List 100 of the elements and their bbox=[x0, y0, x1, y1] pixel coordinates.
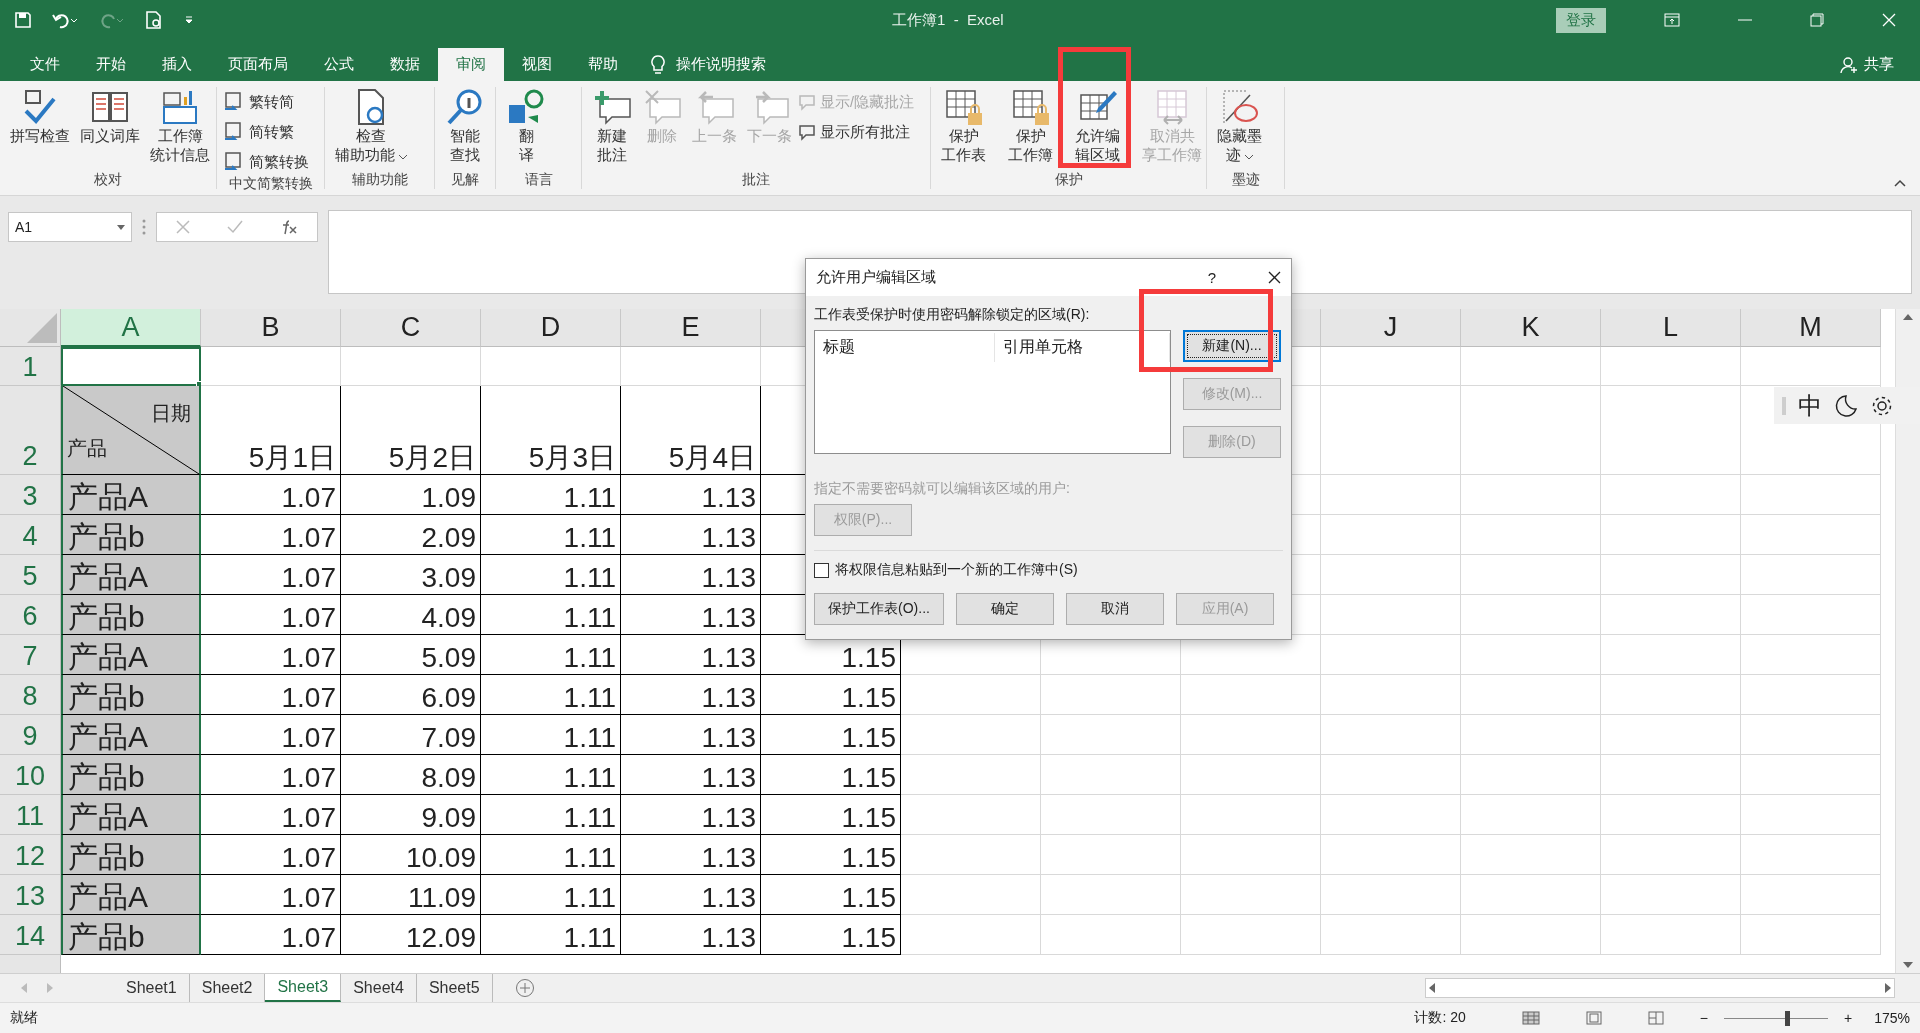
next-sheet-icon[interactable] bbox=[46, 983, 54, 993]
ribbon-button[interactable]: 保护 工作表 bbox=[937, 87, 990, 171]
column-header[interactable]: E bbox=[621, 309, 761, 347]
collapse-icon[interactable] bbox=[1894, 179, 1906, 187]
table-cell: 1.13 bbox=[621, 595, 761, 635]
column-header[interactable]: M bbox=[1741, 309, 1881, 347]
save-icon[interactable] bbox=[14, 11, 32, 29]
row-header[interactable]: 12 bbox=[0, 835, 61, 875]
row-header[interactable]: 2 bbox=[0, 386, 61, 475]
checkbox[interactable] bbox=[814, 562, 829, 578]
table-cell: 1.11 bbox=[481, 835, 621, 875]
ribbon-tab[interactable]: 视图 bbox=[504, 48, 570, 81]
ribbon-button[interactable]: 智能 查找 bbox=[441, 87, 489, 171]
ribbon-display-icon[interactable] bbox=[1664, 13, 1680, 27]
moon-icon[interactable] bbox=[1834, 393, 1858, 418]
row-header[interactable]: 13 bbox=[0, 875, 61, 915]
add-sheet-icon[interactable] bbox=[514, 978, 535, 998]
ribbon-button[interactable]: 隐藏墨 迹 bbox=[1213, 87, 1266, 171]
sheet-tab[interactable]: Sheet3 bbox=[265, 974, 342, 1002]
input-mode-button[interactable]: 中 bbox=[1798, 389, 1822, 422]
list-column-header[interactable]: 引用单元格 bbox=[995, 333, 1170, 362]
table-cell: 1.11 bbox=[481, 715, 621, 755]
ribbon-tab[interactable]: 公式 bbox=[306, 48, 372, 81]
ribbon-button[interactable]: 检查 辅助功能 bbox=[331, 87, 412, 171]
normal-view-icon[interactable] bbox=[1521, 1011, 1540, 1025]
scroll-up-icon[interactable] bbox=[1902, 313, 1914, 321]
print-preview-icon[interactable] bbox=[144, 10, 164, 30]
table-cell: 产品A bbox=[61, 635, 201, 675]
undo-icon[interactable] bbox=[52, 11, 78, 29]
ribbon-button[interactable]: 保护 工作簿 bbox=[1004, 87, 1057, 171]
vertical-scrollbar[interactable] bbox=[1895, 309, 1920, 973]
ribbon-button[interactable]: 显示所有批注 bbox=[798, 119, 915, 145]
dialog-button[interactable]: 取消 bbox=[1066, 593, 1164, 625]
cancel-icon[interactable] bbox=[175, 220, 190, 234]
dialog-button[interactable]: 保护工作表(O)... bbox=[814, 593, 944, 625]
ribbon-button[interactable]: 允许编 辑区域 bbox=[1071, 87, 1124, 171]
column-header[interactable]: A bbox=[61, 309, 201, 347]
row-header[interactable]: 11 bbox=[0, 795, 61, 835]
share-button[interactable]: 共享 bbox=[1840, 48, 1894, 81]
column-header[interactable]: C bbox=[341, 309, 481, 347]
previous-sheet-icon[interactable] bbox=[20, 983, 28, 993]
select-all-icon[interactable] bbox=[27, 313, 57, 343]
column-header[interactable]: L bbox=[1601, 309, 1741, 347]
group-label: 校对 bbox=[93, 171, 123, 189]
scroll-right-icon[interactable] bbox=[1885, 983, 1891, 993]
page-break-icon[interactable] bbox=[1647, 1011, 1664, 1025]
row-header[interactable]: 6 bbox=[0, 595, 61, 635]
ranges-list[interactable]: 标题 引用单元格 bbox=[814, 330, 1171, 454]
zoom-slider-thumb[interactable] bbox=[1784, 1010, 1790, 1026]
ribbon-button[interactable]: 新建 批注 bbox=[588, 87, 636, 171]
zoom-out-button[interactable]: − bbox=[1699, 1010, 1708, 1026]
table-cell: 3.09 bbox=[341, 555, 481, 595]
column-header[interactable]: J bbox=[1321, 309, 1461, 347]
page-layout-icon[interactable] bbox=[1585, 1011, 1602, 1025]
row-header[interactable]: 8 bbox=[0, 675, 61, 715]
ribbon-tab[interactable]: 文件 bbox=[12, 48, 78, 81]
tell-me-search[interactable]: 操作说明搜索 bbox=[676, 55, 766, 74]
login-button[interactable]: 登录 bbox=[1556, 7, 1606, 33]
row-header[interactable]: 5 bbox=[0, 555, 61, 595]
scroll-left-icon[interactable] bbox=[1429, 983, 1435, 993]
row-header[interactable]: 10 bbox=[0, 755, 61, 795]
row-header[interactable]: 7 bbox=[0, 635, 61, 675]
zoom-in-button[interactable]: + bbox=[1844, 1010, 1853, 1026]
help-button[interactable]: ? bbox=[1207, 269, 1216, 286]
row-header[interactable]: 14 bbox=[0, 915, 61, 955]
ribbon-button[interactable]: 简转繁 bbox=[223, 119, 309, 145]
dialog-button[interactable]: 新建(N)... bbox=[1183, 330, 1281, 362]
ribbon-button[interactable]: 拼写检查 bbox=[6, 87, 74, 171]
ribbon-tab[interactable]: 插入 bbox=[144, 48, 210, 81]
list-column-header[interactable]: 标题 bbox=[815, 333, 995, 362]
ribbon-button[interactable]: 翻 译 bbox=[502, 87, 550, 171]
customize-icon[interactable] bbox=[184, 15, 194, 25]
table-cell: 5月1日 bbox=[201, 386, 341, 475]
row-header[interactable]: 1 bbox=[0, 347, 61, 386]
enter-icon[interactable] bbox=[227, 220, 243, 234]
table-cell: 1.07 bbox=[201, 835, 341, 875]
column-header[interactable]: B bbox=[201, 309, 341, 347]
row-header[interactable]: 4 bbox=[0, 515, 61, 555]
row-header[interactable]: 3 bbox=[0, 475, 61, 515]
restore-icon[interactable] bbox=[1810, 13, 1824, 27]
ribbon-button[interactable]: 同义词库 bbox=[76, 87, 144, 171]
minimize-icon[interactable] bbox=[1738, 19, 1752, 21]
zoom-level[interactable]: 175% bbox=[1874, 1010, 1910, 1026]
ribbon-button[interactable]: 工作簿 统计信息 bbox=[146, 87, 214, 171]
horizontal-scrollbar[interactable] bbox=[1425, 978, 1895, 998]
ribbon-tab[interactable]: 开始 bbox=[78, 48, 144, 81]
ribbon-tab[interactable]: 审阅 bbox=[438, 48, 504, 81]
column-header[interactable]: D bbox=[481, 309, 621, 347]
function-icon[interactable] bbox=[280, 219, 299, 235]
ribbon-button[interactable]: 繁转简 bbox=[223, 89, 309, 115]
ribbon-tab[interactable]: 页面布局 bbox=[210, 48, 306, 81]
scroll-down-icon[interactable] bbox=[1902, 961, 1914, 969]
row-header[interactable]: 9 bbox=[0, 715, 61, 755]
name-box[interactable]: A1 bbox=[8, 212, 132, 242]
ribbon-tab[interactable]: 数据 bbox=[372, 48, 438, 81]
close-icon[interactable] bbox=[1268, 271, 1281, 284]
ribbon-tab[interactable]: 帮助 bbox=[570, 48, 636, 81]
ribbon-button[interactable]: 简繁转换 bbox=[223, 149, 309, 175]
dialog-button[interactable]: 确定 bbox=[956, 593, 1054, 625]
column-header[interactable]: K bbox=[1461, 309, 1601, 347]
